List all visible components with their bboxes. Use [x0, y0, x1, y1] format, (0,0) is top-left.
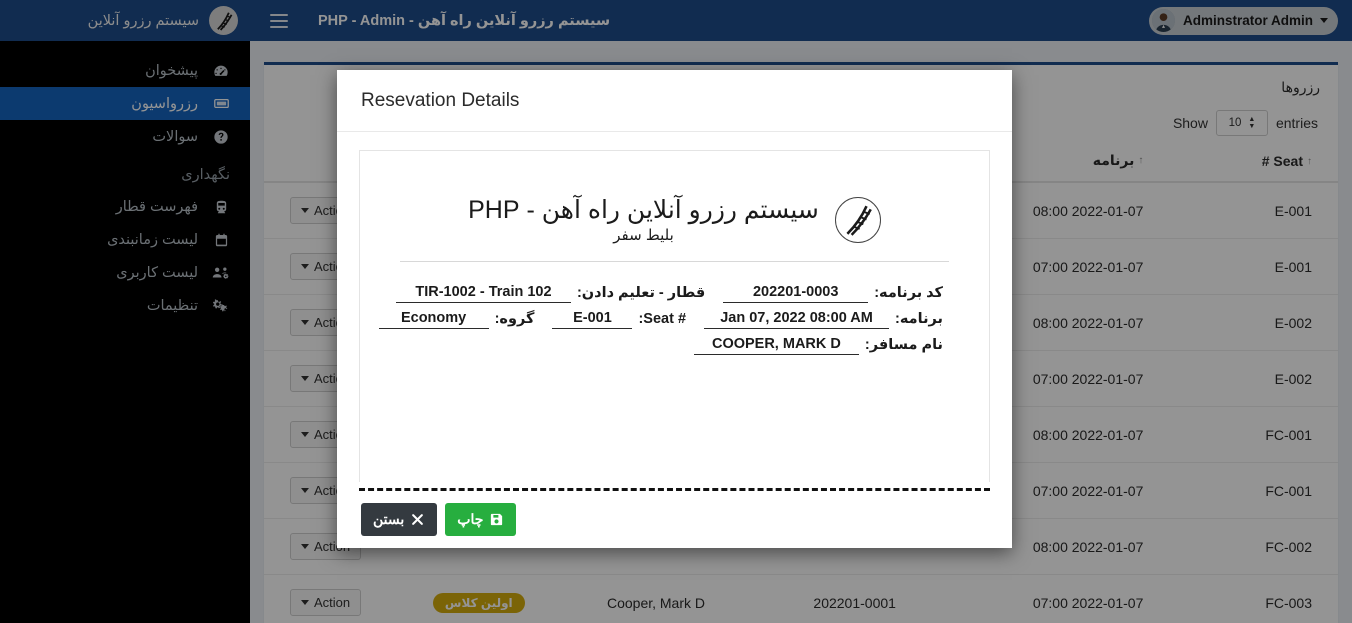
schedule-code-value: 202201-0003: [723, 284, 869, 303]
train-value: TIR-1002 - Train 102: [395, 284, 571, 303]
modal-footer: چاپ بستن: [337, 491, 1012, 548]
close-button[interactable]: بستن: [361, 503, 438, 536]
schedule-label: برنامه:: [895, 311, 943, 327]
train-label: قطار - تعلیم دادن:: [576, 285, 706, 301]
ticket-field-row: نام مسافر: COOPER, MARK D: [404, 336, 945, 355]
print-button-label: چاپ: [457, 511, 484, 527]
ticket-title: سیستم رزرو آنلاین راه آهن - PHP: [468, 196, 819, 224]
ticket-field-row: کد برنامه: 202201-0003 قطار - تعلیم دادن…: [395, 284, 945, 303]
modal-title: Resevation Details: [361, 89, 520, 111]
modal-header: Resevation Details: [337, 70, 1012, 132]
app-root: رزروها Show 10 ▲ ▼ entries برنامه ↑ # Se…: [0, 0, 1352, 623]
seat-value: E-001: [552, 310, 633, 329]
passenger-label: نام مسافر:: [864, 337, 943, 353]
save-printer-icon: [489, 512, 504, 527]
ticket-header: سیستم رزرو آنلاین راه آهن - PHP بلیط سفر: [374, 169, 975, 244]
close-x-icon: [410, 512, 425, 527]
close-button-label: بستن: [373, 511, 405, 527]
ticket-field-row: برنامه: Jan 07, 2022 08:00 AM # Seat: E-…: [378, 310, 945, 329]
group-label: گروه:: [494, 311, 535, 327]
ticket-fields: کد برنامه: 202201-0003 قطار - تعلیم دادن…: [374, 262, 975, 355]
seat-label: # Seat:: [638, 311, 687, 327]
modal-body: سیستم رزرو آنلاین راه آهن - PHP بلیط سفر…: [337, 132, 1012, 482]
schedule-code-label: کد برنامه:: [874, 285, 943, 301]
passenger-value: COOPER, MARK D: [693, 336, 859, 355]
ticket-preview: سیستم رزرو آنلاین راه آهن - PHP بلیط سفر…: [359, 150, 990, 482]
ticket-subtitle: بلیط سفر: [613, 227, 674, 244]
train-track-logo-icon: [834, 196, 881, 243]
schedule-value: Jan 07, 2022 08:00 AM: [704, 310, 890, 329]
print-button[interactable]: چاپ: [445, 503, 517, 536]
ticket-titles: سیستم رزرو آنلاین راه آهن - PHP بلیط سفر: [468, 195, 819, 244]
reservation-details-modal: Resevation Details سیستم رزرو آنلاین راه…: [337, 70, 1012, 548]
group-value: Economy: [378, 310, 489, 329]
